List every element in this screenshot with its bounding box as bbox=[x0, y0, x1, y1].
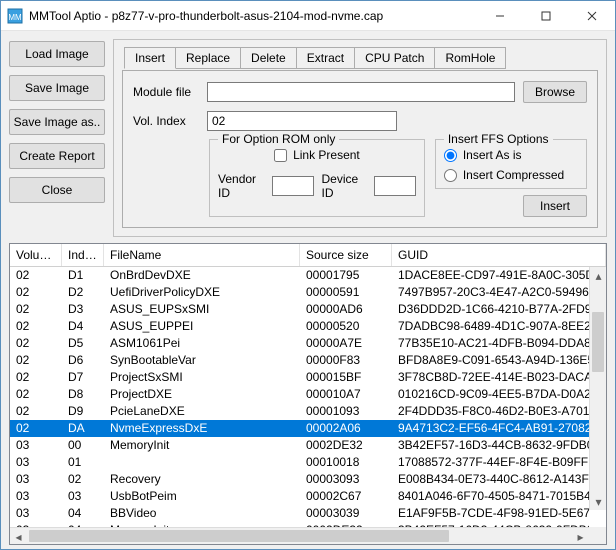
table-row[interactable]: 0303UsbBotPeim00002C678401A046-6F70-4505… bbox=[10, 488, 589, 505]
load-image-button[interactable]: Load Image bbox=[9, 41, 105, 67]
vertical-scrollbar[interactable]: ▴ ▾ bbox=[589, 267, 606, 510]
scroll-up-button[interactable]: ▴ bbox=[590, 267, 606, 284]
table-row[interactable]: 02D4ASUS_EUPPEI000005207DADBC98-6489-4D1… bbox=[10, 318, 589, 335]
insert-as-is-radio[interactable] bbox=[444, 149, 457, 162]
tab-insert[interactable]: Insert bbox=[124, 47, 176, 69]
table-row[interactable]: 02D7ProjectSxSMI000015BF3F78CB8D-72EE-41… bbox=[10, 369, 589, 386]
scroll-left-button[interactable]: ◂ bbox=[10, 528, 27, 545]
table-row[interactable]: 02D2UefiDriverPolicyDXE000005917497B957-… bbox=[10, 284, 589, 301]
scroll-right-button[interactable]: ▸ bbox=[572, 528, 589, 545]
module-file-input[interactable] bbox=[207, 82, 515, 102]
scroll-thumb-v[interactable] bbox=[592, 312, 604, 372]
maximize-button[interactable] bbox=[523, 1, 569, 31]
table-row[interactable]: 0304MemoryInit0002DE323B42EF57-16D3-44CB… bbox=[10, 522, 589, 527]
table-row[interactable]: 0302Recovery00003093E008B434-0E73-440C-8… bbox=[10, 471, 589, 488]
client-area: Load Image Save Image Save Image as.. Cr… bbox=[1, 31, 615, 549]
tab-body-insert: Module file Browse Vol. Index For Option… bbox=[122, 70, 598, 228]
col-guid[interactable]: GUID bbox=[392, 244, 606, 266]
vendor-id-input[interactable] bbox=[272, 176, 314, 196]
insert-compressed-label: Insert Compressed bbox=[463, 168, 564, 182]
browse-button[interactable]: Browse bbox=[523, 81, 587, 103]
link-present-label: Link Present bbox=[293, 148, 360, 162]
module-file-label: Module file bbox=[133, 85, 199, 99]
vol-index-label: Vol. Index bbox=[133, 114, 199, 128]
create-report-button[interactable]: Create Report bbox=[9, 143, 105, 169]
table-row[interactable]: 02D6SynBootableVar00000F83BFD8A8E9-C091-… bbox=[10, 352, 589, 369]
close-window-button[interactable] bbox=[569, 1, 615, 31]
table-row[interactable]: 02D5ASM1061Pei00000A7E77B35E10-AC21-4DFB… bbox=[10, 335, 589, 352]
side-buttons: Load Image Save Image Save Image as.. Cr… bbox=[9, 39, 105, 237]
vol-index-input[interactable] bbox=[207, 111, 397, 131]
device-id-label: Device ID bbox=[322, 172, 366, 200]
insert-compressed-radio[interactable] bbox=[444, 169, 457, 182]
app-window: MM MMTool Aptio - p8z77-v-pro-thunderbol… bbox=[0, 0, 616, 550]
table-row[interactable]: 02D8ProjectDXE000010A7010216CD-9C09-4EE5… bbox=[10, 386, 589, 403]
option-rom-group: For Option ROM only Link Present Vendor … bbox=[209, 139, 425, 217]
ffs-options-legend: Insert FFS Options bbox=[444, 132, 553, 146]
horizontal-scrollbar[interactable]: ◂ ▸ bbox=[10, 527, 589, 544]
scrollbar-corner bbox=[589, 527, 606, 544]
tab-delete[interactable]: Delete bbox=[240, 47, 297, 69]
link-present-checkbox[interactable] bbox=[274, 149, 287, 162]
minimize-button[interactable] bbox=[477, 1, 523, 31]
save-image-as-button[interactable]: Save Image as.. bbox=[9, 109, 105, 135]
titlebar: MM MMTool Aptio - p8z77-v-pro-thunderbol… bbox=[1, 1, 615, 31]
col-volume[interactable]: Volume bbox=[10, 244, 62, 266]
table-row[interactable]: 02D3ASUS_EUPSxSMI00000AD6D36DDD2D-1C66-4… bbox=[10, 301, 589, 318]
tab-extract[interactable]: Extract bbox=[296, 47, 355, 69]
close-button[interactable]: Close bbox=[9, 177, 105, 203]
col-filename[interactable]: FileName bbox=[104, 244, 300, 266]
vendor-id-label: Vendor ID bbox=[218, 172, 264, 200]
scroll-down-button[interactable]: ▾ bbox=[590, 493, 606, 510]
list-header: Volume Index FileName Source size GUID bbox=[10, 244, 606, 267]
list-body: 02D1OnBrdDevDXE000017951DACE8EE-CD97-491… bbox=[10, 267, 606, 527]
window-title: MMTool Aptio - p8z77-v-pro-thunderbolt-a… bbox=[29, 9, 477, 23]
option-rom-legend: For Option ROM only bbox=[218, 132, 339, 146]
col-index[interactable]: Index bbox=[62, 244, 104, 266]
top-row: Load Image Save Image Save Image as.. Cr… bbox=[9, 39, 607, 237]
svg-text:MM: MM bbox=[8, 13, 22, 22]
table-row[interactable]: 0300MemoryInit0002DE323B42EF57-16D3-44CB… bbox=[10, 437, 589, 454]
tab-panel: InsertReplaceDeleteExtractCPU PatchRomHo… bbox=[113, 39, 607, 237]
insert-as-is-label: Insert As is bbox=[463, 148, 522, 162]
insert-button[interactable]: Insert bbox=[523, 195, 587, 217]
tabs: InsertReplaceDeleteExtractCPU PatchRomHo… bbox=[124, 46, 598, 68]
window-controls bbox=[477, 1, 615, 30]
save-image-button[interactable]: Save Image bbox=[9, 75, 105, 101]
table-row[interactable]: 03010001001817088572-377F-44EF-8F4E-B09F… bbox=[10, 454, 589, 471]
tab-replace[interactable]: Replace bbox=[175, 47, 241, 69]
table-row[interactable]: 02DANvmeExpressDxE00002A069A4713C2-EF56-… bbox=[10, 420, 589, 437]
col-source-size[interactable]: Source size bbox=[300, 244, 392, 266]
table-row[interactable]: 02D1OnBrdDevDXE000017951DACE8EE-CD97-491… bbox=[10, 267, 589, 284]
scroll-thumb-h[interactable] bbox=[29, 530, 449, 542]
ffs-options-group: Insert FFS Options Insert As is Insert C… bbox=[435, 139, 587, 189]
table-row[interactable]: 02D9PcieLaneDXE000010932F4DDD35-F8C0-46D… bbox=[10, 403, 589, 420]
tab-cpu-patch[interactable]: CPU Patch bbox=[354, 47, 435, 69]
device-id-input[interactable] bbox=[374, 176, 416, 196]
module-list: Volume Index FileName Source size GUID 0… bbox=[9, 243, 607, 545]
app-icon: MM bbox=[7, 8, 23, 24]
table-row[interactable]: 0304BBVideo00003039E1AF9F5B-7CDE-4F98-91… bbox=[10, 505, 589, 522]
tab-romhole[interactable]: RomHole bbox=[434, 47, 506, 69]
